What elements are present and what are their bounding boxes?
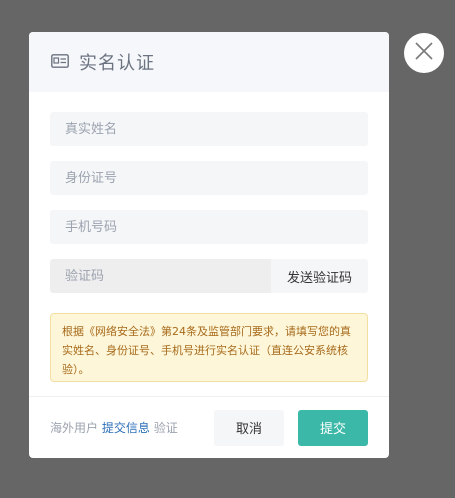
verification-code-field[interactable] <box>50 259 271 293</box>
close-icon[interactable] <box>415 42 433 64</box>
overseas-suffix: 验证 <box>153 421 178 435</box>
close-button[interactable] <box>404 33 444 73</box>
submit-button[interactable]: 提交 <box>298 409 368 446</box>
send-code-button[interactable]: 发送验证码 <box>271 259 368 293</box>
id-number-field[interactable] <box>50 161 368 195</box>
id-number-input[interactable] <box>63 169 368 187</box>
overseas-user-text: 海外用户 提交信息 验证 <box>50 419 178 436</box>
verification-code-row: 发送验证码 <box>50 259 368 293</box>
verification-code-input[interactable] <box>63 267 271 285</box>
phone-input[interactable] <box>63 218 368 236</box>
modal-header: 实名认证 <box>29 32 389 92</box>
modal-title: 实名认证 <box>79 53 155 74</box>
verification-modal: 实名认证 发送验证码 根据《网络安全法》第24条及监管部门要求，请填写您的真实姓… <box>29 32 389 458</box>
phone-field[interactable] <box>50 210 368 244</box>
cancel-button[interactable]: 取消 <box>214 409 284 446</box>
submit-info-link[interactable]: 提交信息 <box>102 421 150 435</box>
notice-box: 根据《网络安全法》第24条及监管部门要求，请填写您的真实姓名、身份证号、手机号进… <box>50 313 368 382</box>
modal-footer: 海外用户 提交信息 验证 取消 提交 <box>29 396 389 458</box>
real-name-field[interactable] <box>50 112 368 146</box>
verification-form: 发送验证码 根据《网络安全法》第24条及监管部门要求，请填写您的真实姓名、身份证… <box>29 92 389 382</box>
real-name-input[interactable] <box>63 120 368 138</box>
overseas-prefix: 海外用户 <box>50 421 99 435</box>
id-card-icon <box>51 53 69 72</box>
